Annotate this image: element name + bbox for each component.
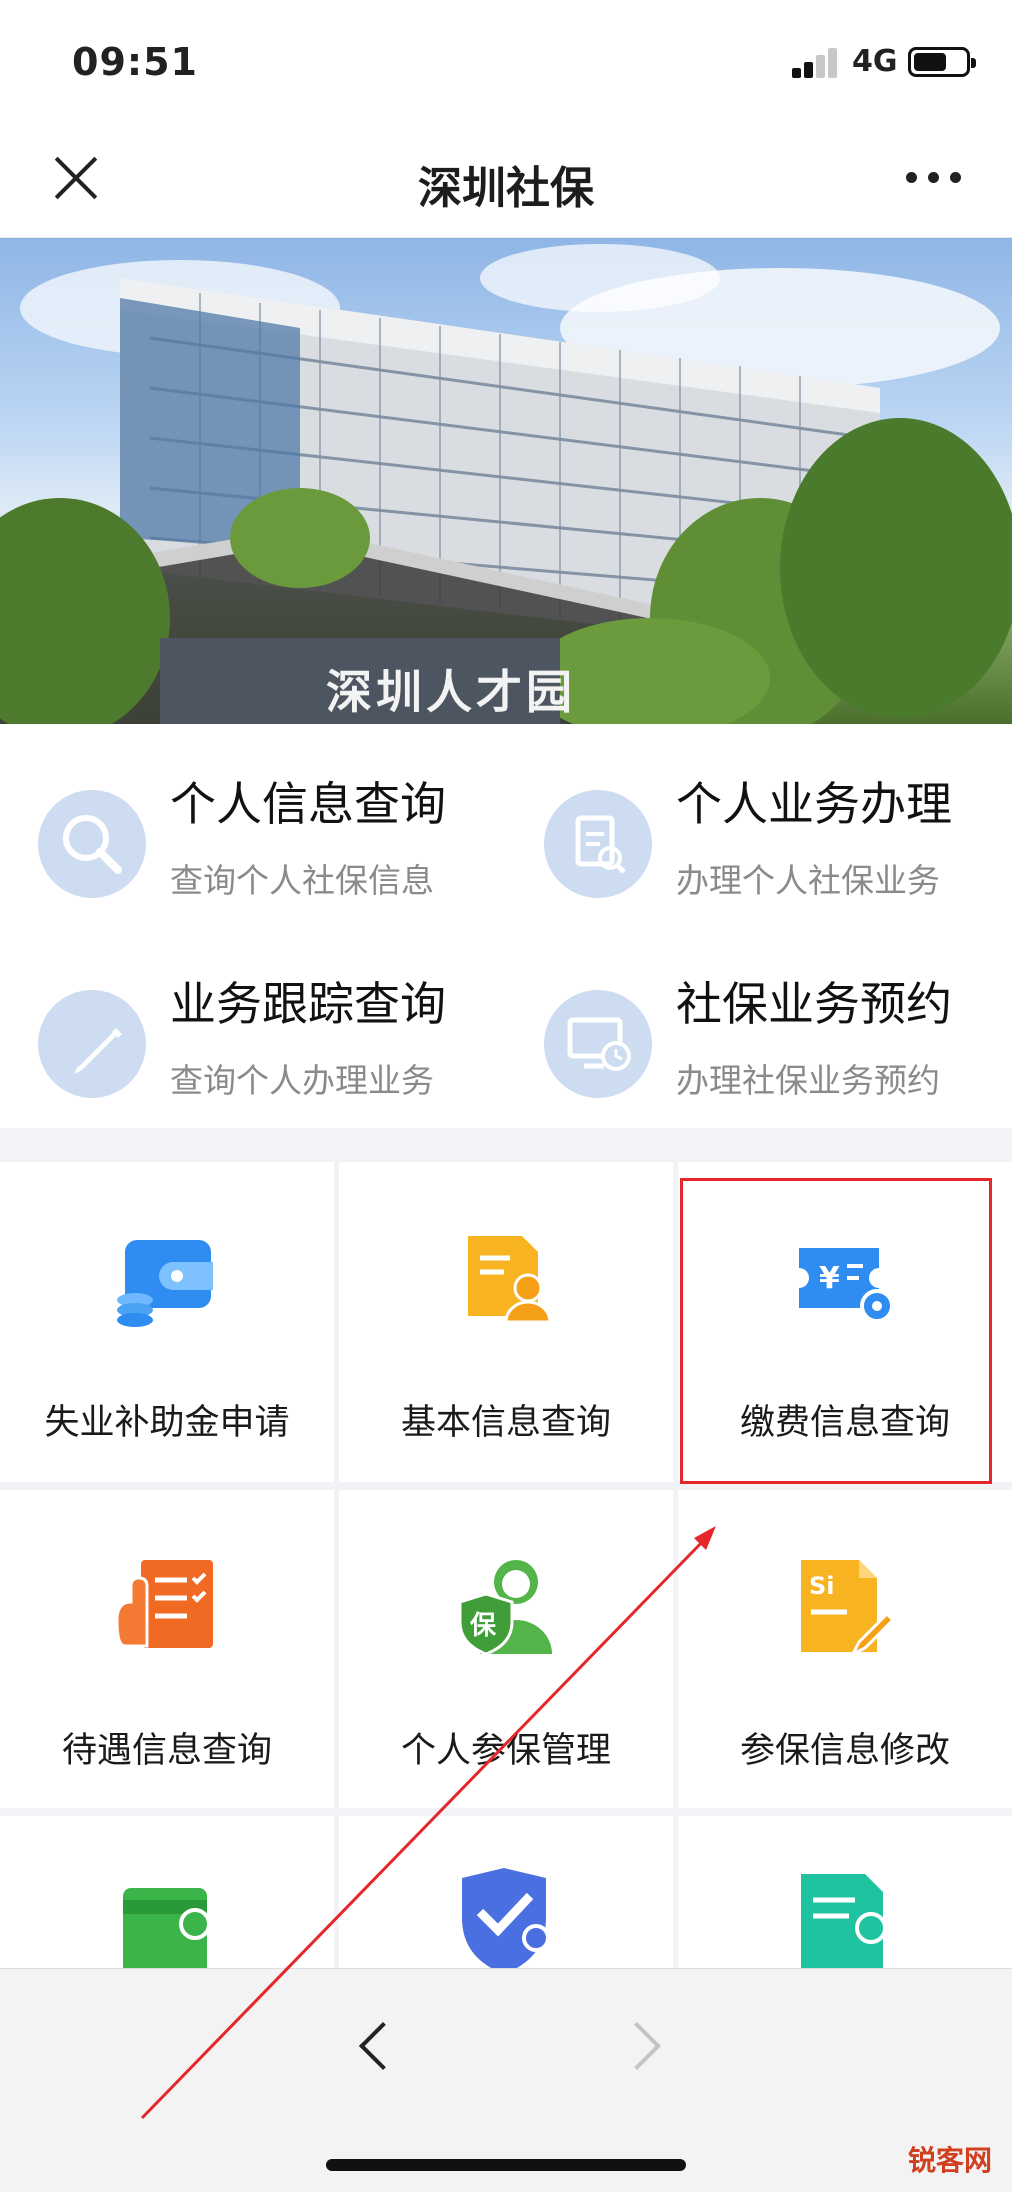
- hand-checklist-icon: [111, 1550, 223, 1662]
- quick-action-subtitle: 办理个人社保业务: [676, 861, 940, 900]
- signal-icon: [792, 48, 840, 78]
- highlight-box: [680, 1178, 992, 1484]
- service-unemployment-subsidy[interactable]: 失业补助金申请: [0, 1162, 334, 1482]
- monitor-clock-icon: [544, 990, 652, 1098]
- nav-bar: 深圳社保: [0, 118, 1012, 238]
- service-label: 参保信息修改: [739, 1731, 950, 1771]
- si-edit-icon: Si: [789, 1550, 901, 1662]
- service-label: 失业补助金申请: [44, 1403, 290, 1443]
- list-settings-icon: [789, 1864, 901, 1976]
- quick-action-personal-info-query[interactable]: 个人信息查询 查询个人社保信息: [38, 768, 538, 928]
- quick-action-appointment[interactable]: 社保业务预约 办理社保业务预约: [544, 968, 1012, 1128]
- banner-illustration: [0, 244, 1012, 724]
- browser-bottom-bar: 锐客网: [0, 1968, 1012, 2192]
- service-benefit-info-query[interactable]: 待遇信息查询: [0, 1490, 334, 1808]
- quick-action-title: 业务跟踪查询: [170, 977, 446, 1031]
- more-icon[interactable]: [906, 172, 962, 184]
- status-time: 09:51: [72, 40, 198, 84]
- quick-action-subtitle: 查询个人社保信息: [170, 861, 434, 900]
- service-card-settings[interactable]: [0, 1816, 334, 1978]
- service-list-settings[interactable]: [678, 1816, 1012, 1972]
- home-indicator[interactable]: [326, 2159, 686, 2171]
- pencil-icon: [38, 990, 146, 1098]
- service-label: 待遇信息查询: [61, 1731, 272, 1771]
- quick-action-title: 个人信息查询: [170, 777, 446, 831]
- status-bar: 09:51 4G: [0, 0, 1012, 118]
- forward-arrow-icon[interactable]: [620, 2019, 664, 2083]
- back-arrow-icon[interactable]: [352, 2019, 396, 2083]
- service-shield-check[interactable]: [339, 1816, 673, 1974]
- service-label: 基本信息查询: [400, 1403, 611, 1443]
- profile-card-icon: [450, 1222, 562, 1334]
- shield-check-icon: [450, 1864, 562, 1976]
- page-title: 深圳社保: [418, 163, 594, 214]
- quick-action-business-tracking[interactable]: 业务跟踪查询 查询个人办理业务: [38, 968, 538, 1128]
- quick-action-title: 个人业务办理: [676, 777, 952, 831]
- quick-action-subtitle: 办理社保业务预约: [676, 1061, 940, 1100]
- banner-image: 深圳人才园: [0, 238, 1012, 724]
- watermark-text: 锐客网: [907, 2144, 992, 2177]
- search-icon: [38, 790, 146, 898]
- svg-text:保: 保: [469, 1611, 497, 1641]
- banner-sign-text: 深圳人才园: [326, 665, 576, 719]
- insured-person-icon: 保: [450, 1550, 562, 1662]
- quick-actions-panel: 个人信息查询 查询个人社保信息 个人业务办理 办理个人社保业务 业务跟踪查询 查…: [0, 724, 1012, 1128]
- wallet-icon: [111, 1222, 223, 1334]
- quick-action-personal-business[interactable]: 个人业务办理 办理个人社保业务: [544, 768, 1012, 928]
- document-edit-icon: [544, 790, 652, 898]
- service-label: 个人参保管理: [400, 1731, 611, 1771]
- svg-text:Si: Si: [809, 1572, 835, 1600]
- service-personal-insurance-management[interactable]: 保 个人参保管理: [339, 1490, 673, 1808]
- service-basic-info-query[interactable]: 基本信息查询: [339, 1162, 673, 1482]
- quick-action-title: 社保业务预约: [676, 977, 952, 1031]
- quick-action-subtitle: 查询个人办理业务: [170, 1061, 434, 1100]
- network-label: 4G: [852, 44, 898, 79]
- service-insurance-info-edit[interactable]: Si 参保信息修改: [678, 1490, 1012, 1808]
- battery-icon: [908, 47, 976, 77]
